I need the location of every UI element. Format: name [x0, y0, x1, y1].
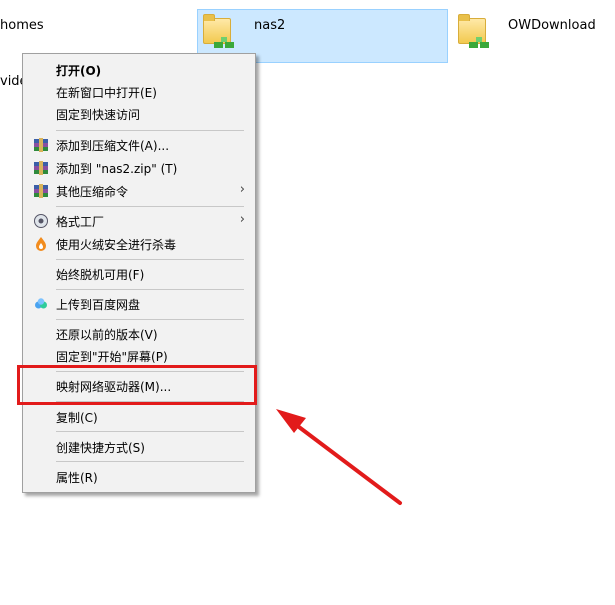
- annotation-arrow-icon: [276, 409, 402, 505]
